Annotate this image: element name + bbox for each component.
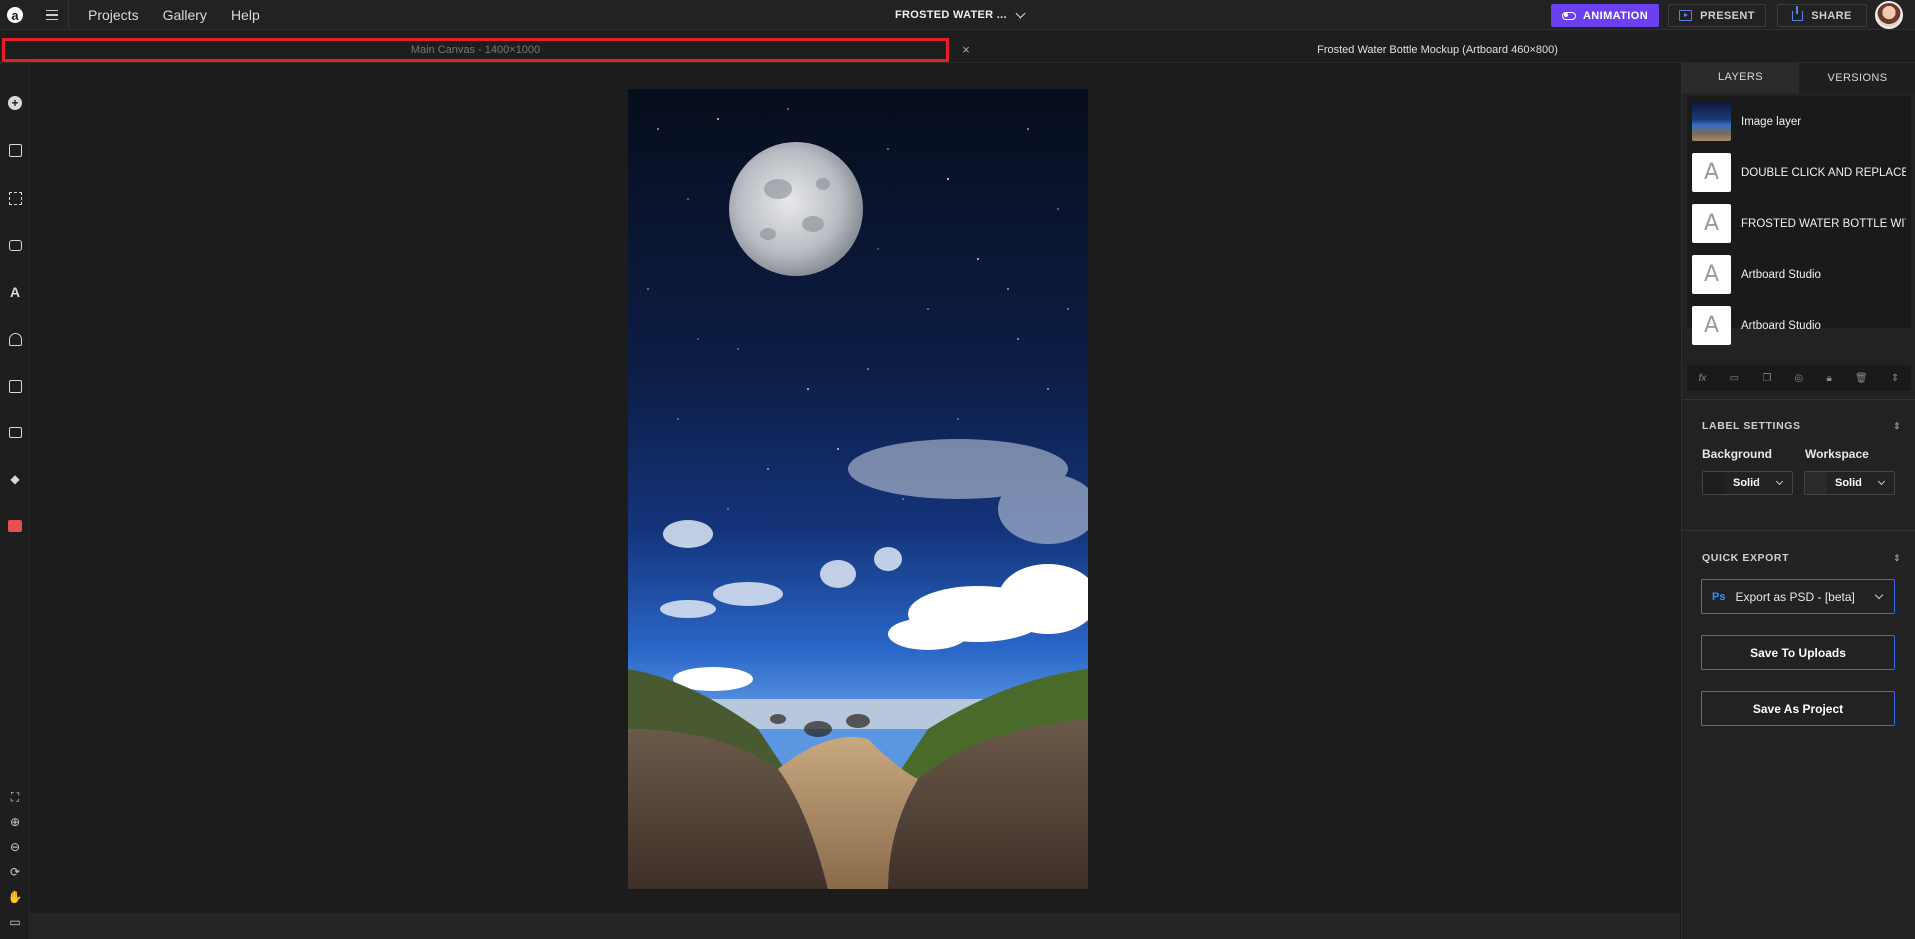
- artboard-image[interactable]: [628, 89, 1088, 889]
- layer-name: DOUBLE CLICK AND REPLACE: [1741, 166, 1906, 179]
- expand-icon[interactable]: ⇕: [1891, 373, 1899, 384]
- photoshop-icon: Ps: [1712, 590, 1726, 603]
- text-layer-icon: A: [1692, 204, 1731, 243]
- right-panel: LAYERS VERSIONS Image layer A DOUBLE CLI…: [1681, 63, 1915, 939]
- layer-name: Artboard Studio: [1741, 268, 1821, 281]
- chevron-down-icon: [1775, 477, 1784, 486]
- nav-projects[interactable]: Projects: [88, 7, 139, 23]
- layer-item[interactable]: A Artboard Studio: [1687, 249, 1911, 300]
- panel-icon[interactable]: ▭: [8, 915, 22, 929]
- save-as-project-button[interactable]: Save As Project: [1701, 691, 1895, 726]
- layer-name: Image layer: [1741, 115, 1802, 128]
- layers-list: Image layer A DOUBLE CLICK AND REPLACE A…: [1687, 96, 1911, 345]
- trash-icon[interactable]: 🗑︎: [1855, 373, 1868, 384]
- lock-icon[interactable]: 🔒︎: [1826, 373, 1831, 384]
- tab-layers[interactable]: LAYERS: [1682, 63, 1799, 93]
- camera-icon[interactable]: [7, 237, 23, 253]
- present-label: PRESENT: [1700, 9, 1755, 22]
- top-nav: Projects Gallery Help: [88, 0, 260, 30]
- collapse-icon[interactable]: ⇕: [1893, 421, 1901, 432]
- mask-icon[interactable]: ◎: [1795, 373, 1804, 384]
- text-icon[interactable]: A: [7, 284, 23, 300]
- chevron-down-icon: [1874, 590, 1884, 599]
- play-icon: [1679, 10, 1693, 21]
- chevron-down-icon: [1877, 477, 1886, 486]
- add-icon[interactable]: +: [7, 95, 23, 111]
- workspace-select[interactable]: Solid: [1804, 471, 1895, 495]
- workspace-label: Workspace: [1805, 447, 1869, 461]
- project-title: FROSTED WATER ...: [895, 9, 1007, 21]
- present-button[interactable]: PRESENT: [1668, 4, 1766, 27]
- divider: [1682, 399, 1915, 400]
- layer-tools-bar: fx ▭ ❐ ◎ 🔒︎ 🗑︎ ⇕: [1687, 365, 1911, 391]
- logo-icon: a: [7, 7, 23, 23]
- share-icon: [1792, 5, 1804, 21]
- avatar[interactable]: [1875, 1, 1903, 29]
- text-layer-icon: A: [1692, 255, 1731, 294]
- panel-tabs: LAYERS VERSIONS: [1682, 63, 1915, 93]
- tab-main-canvas[interactable]: Main Canvas - 1400×1000: [2, 38, 949, 62]
- color-swatch: [1805, 472, 1827, 494]
- divider: [1682, 530, 1915, 531]
- toggle-icon: [1561, 11, 1576, 20]
- background-label: Background: [1702, 447, 1773, 461]
- hand-icon[interactable]: ✋: [8, 890, 23, 904]
- shapes-icon[interactable]: ◆: [7, 471, 23, 487]
- mockups-icon[interactable]: [7, 190, 23, 206]
- zoom-out-icon[interactable]: ⊖: [8, 840, 22, 854]
- layer-name: FROSTED WATER BOTTLE WITH: [1741, 217, 1906, 230]
- presentation-icon[interactable]: [7, 424, 23, 440]
- app-logo[interactable]: a: [0, 0, 30, 30]
- menu-icon[interactable]: [41, 0, 69, 30]
- label-settings-title: LABEL SETTINGS: [1702, 420, 1801, 432]
- folder-icon[interactable]: ▭: [1730, 373, 1739, 384]
- animation-button[interactable]: ANIMATION: [1551, 4, 1659, 27]
- nav-help[interactable]: Help: [231, 7, 260, 23]
- color-swatch: [1703, 472, 1725, 494]
- duplicate-icon[interactable]: ❐: [1762, 373, 1771, 384]
- fit-screen-icon[interactable]: ⛶: [8, 790, 22, 804]
- brand-icon[interactable]: [7, 518, 23, 534]
- nav-gallery[interactable]: Gallery: [163, 7, 207, 23]
- export-format-select[interactable]: Ps Export as PSD - [beta]: [1701, 579, 1895, 614]
- share-label: SHARE: [1811, 9, 1852, 22]
- collapse-icon[interactable]: ⇕: [1893, 553, 1901, 564]
- zoom-in-icon[interactable]: ⊕: [8, 815, 22, 829]
- bottom-status-strip: [30, 913, 1680, 939]
- layer-name: Artboard Studio: [1741, 319, 1821, 332]
- chevron-down-icon: [1015, 8, 1026, 18]
- layer-thumbnail: [1692, 102, 1731, 141]
- animation-label: ANIMATION: [1582, 9, 1649, 22]
- export-format-value: Export as PSD - [beta]: [1735, 589, 1855, 604]
- background-value: Solid: [1733, 477, 1760, 489]
- uploads-icon[interactable]: [7, 378, 23, 394]
- layer-item[interactable]: A Artboard Studio: [1687, 300, 1911, 351]
- left-toolbar: + A ◆ ⛶ ⊕ ⊖ ⟳ ✋ ▭: [0, 63, 30, 939]
- background-select[interactable]: Solid: [1702, 471, 1793, 495]
- fx-icon[interactable]: fx: [1699, 373, 1707, 384]
- share-button[interactable]: SHARE: [1777, 4, 1867, 27]
- workspace-value: Solid: [1835, 477, 1862, 489]
- top-bar: a Projects Gallery Help FROSTED WATER ..…: [0, 0, 1915, 30]
- project-title-dropdown[interactable]: FROSTED WATER ...: [895, 0, 1026, 30]
- elements-icon[interactable]: [7, 331, 23, 347]
- text-layer-icon: A: [1692, 306, 1731, 345]
- close-icon[interactable]: ×: [958, 41, 974, 57]
- layer-item[interactable]: A FROSTED WATER BOTTLE WITH: [1687, 198, 1911, 249]
- layer-item[interactable]: A DOUBLE CLICK AND REPLACE: [1687, 147, 1911, 198]
- quick-export-title: QUICK EXPORT: [1702, 552, 1790, 564]
- templates-icon[interactable]: [7, 142, 23, 158]
- save-to-uploads-button[interactable]: Save To Uploads: [1701, 635, 1895, 670]
- tab-artboard[interactable]: Frosted Water Bottle Mockup (Artboard 46…: [990, 38, 1885, 62]
- reset-zoom-icon[interactable]: ⟳: [8, 865, 22, 879]
- text-layer-icon: A: [1692, 153, 1731, 192]
- layer-item[interactable]: Image layer: [1687, 96, 1911, 147]
- tab-versions[interactable]: VERSIONS: [1799, 63, 1915, 93]
